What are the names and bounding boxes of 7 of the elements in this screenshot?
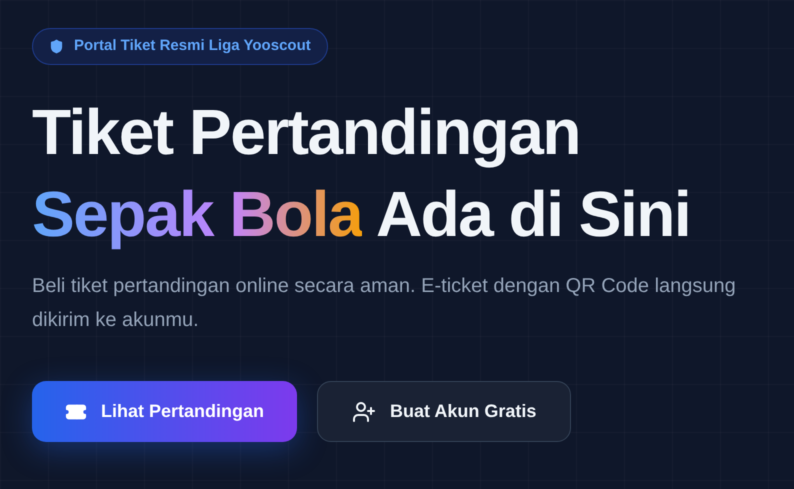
create-account-button[interactable]: Buat Akun Gratis xyxy=(317,381,572,442)
badge: Portal Tiket Resmi Liga Yooscout xyxy=(32,28,328,65)
hero-heading: Tiket Pertandingan Sepak Bola Ada di Sini xyxy=(32,95,690,252)
user-plus-icon xyxy=(352,400,376,424)
hero-description: Beli tiket pertandingan online secara aman. E-ticket dengan QR Code langsung dikirim ke akunmu. xyxy=(32,274,737,333)
view-matches-button[interactable]: Lihat Pertandingan xyxy=(32,381,298,442)
shield-icon xyxy=(49,39,64,54)
